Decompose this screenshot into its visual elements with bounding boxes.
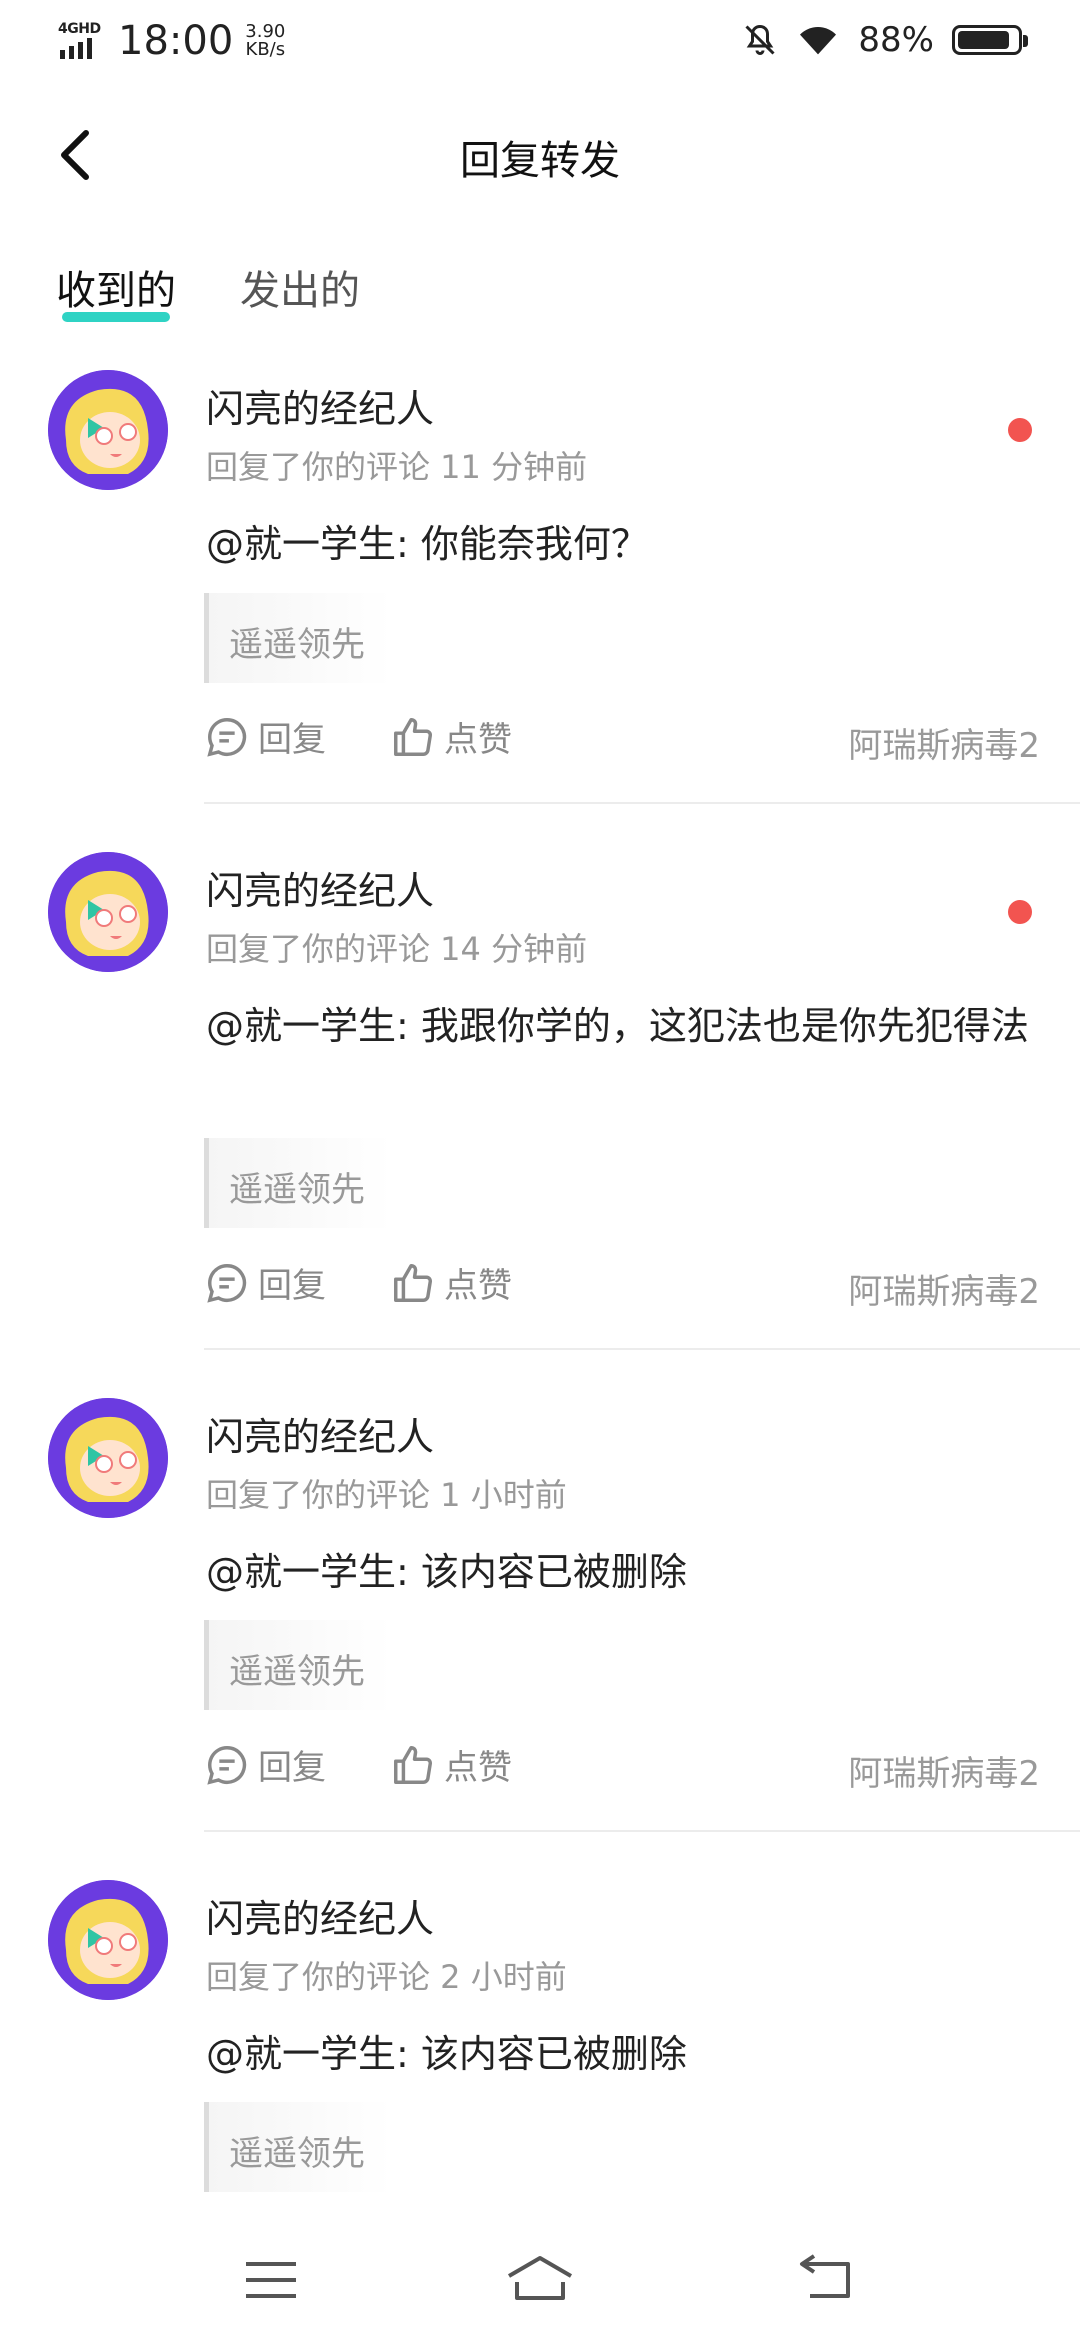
status-right: 88% — [742, 20, 1028, 60]
reply-button[interactable]: 回复 — [204, 1258, 326, 1307]
quoted-comment[interactable]: 遥遥领先 — [204, 1138, 392, 1228]
reply-content: @就一学生: 你能奈我何？ — [206, 522, 649, 566]
reply-label: 回复 — [258, 1748, 326, 1788]
reply-label: 回复 — [258, 720, 326, 760]
quoted-comment[interactable]: 遥遥领先 — [204, 2102, 392, 2192]
battery-percent: 88% — [858, 20, 934, 60]
thumbs-up-icon — [394, 717, 432, 756]
menu-icon — [246, 2262, 296, 2298]
quoted-comment-text: 遥遥领先 — [229, 1170, 365, 1210]
tab-received-label: 收到的 — [56, 268, 176, 314]
speed-unit: KB/s — [245, 39, 286, 60]
status-time: 18:00 — [118, 18, 234, 64]
like-label: 点赞 — [444, 1266, 512, 1306]
action-row: 回复 点赞 阿瑞斯病毒2 — [204, 1740, 1040, 1800]
avatar-image — [48, 1880, 168, 2000]
reply-meta: 回复了你的评论 14 分钟前 — [206, 930, 588, 968]
action-row: 回复 点赞 阿瑞斯病毒2 — [204, 712, 1040, 772]
like-label: 点赞 — [444, 1748, 512, 1788]
tab-bar: 收到的 发出的 — [56, 258, 360, 322]
nav-back-button[interactable] — [790, 2250, 860, 2310]
like-button[interactable]: 点赞 — [390, 1258, 512, 1307]
unread-dot — [1008, 900, 1032, 924]
avatar[interactable] — [48, 370, 168, 490]
page-title: 回复转发 — [460, 138, 620, 184]
reply-meta: 回复了你的评论 11 分钟前 — [206, 448, 588, 486]
quoted-comment-text: 遥遥领先 — [229, 1652, 365, 1692]
user-name[interactable]: 闪亮的经纪人 — [206, 860, 434, 915]
reply-meta: 回复了你的评论 1 小时前 — [206, 1476, 567, 1514]
signal-icon: 4GHD — [58, 21, 104, 61]
home-icon — [507, 2256, 573, 2300]
quoted-comment-text: 遥遥领先 — [229, 2134, 365, 2174]
avatar-image — [48, 1398, 168, 1518]
reply-content: @就一学生: 该内容已被删除 — [206, 2032, 687, 2076]
battery-fill — [958, 31, 1010, 49]
source-title[interactable]: 阿瑞斯病毒2 — [848, 1264, 1040, 1313]
reply-label: 回复 — [258, 1266, 326, 1306]
action-row: 回复 点赞 阿瑞斯病毒2 — [204, 1258, 1040, 1318]
header: 回复转发 — [0, 110, 1080, 200]
battery-icon — [952, 25, 1028, 55]
wifi-icon — [800, 27, 837, 55]
menu-button[interactable] — [236, 2250, 306, 2310]
network-type: 4GHD — [58, 21, 101, 37]
reply-button[interactable]: 回复 — [204, 712, 326, 761]
avatar-image — [48, 370, 168, 490]
quoted-comment[interactable]: 遥遥领先 — [204, 593, 392, 683]
thumbs-up-icon — [394, 1745, 432, 1784]
network-speed: 3.90 KB/s — [245, 23, 285, 59]
source-title[interactable]: 阿瑞斯病毒2 — [848, 718, 1040, 767]
mute-bell-icon — [745, 24, 775, 55]
divider — [204, 802, 1080, 804]
user-name[interactable]: 闪亮的经纪人 — [206, 1406, 434, 1461]
like-button[interactable]: 点赞 — [390, 712, 512, 761]
status-left: 4GHD 18:00 3.90 KB/s — [58, 18, 285, 64]
tab-sent-label: 发出的 — [240, 268, 360, 314]
tab-sent[interactable]: 发出的 — [240, 258, 360, 316]
user-name[interactable]: 闪亮的经纪人 — [206, 378, 434, 433]
avatar[interactable] — [48, 852, 168, 972]
tab-received[interactable]: 收到的 — [56, 258, 176, 322]
avatar[interactable] — [48, 1880, 168, 2000]
avatar-image — [48, 852, 168, 972]
unread-dot — [1008, 418, 1032, 442]
comment-icon — [207, 1263, 247, 1303]
reply-button[interactable]: 回复 — [204, 1740, 326, 1789]
avatar[interactable] — [48, 1398, 168, 1518]
reply-meta: 回复了你的评论 2 小时前 — [206, 1958, 567, 1996]
home-button[interactable] — [505, 2250, 575, 2310]
status-bar: 4GHD 18:00 3.90 KB/s 88% — [0, 0, 1080, 80]
reply-content: @就一学生: 该内容已被删除 — [206, 1550, 687, 1594]
quoted-comment-text: 遥遥领先 — [229, 625, 365, 665]
divider — [204, 1348, 1080, 1350]
user-name[interactable]: 闪亮的经纪人 — [206, 1888, 434, 1943]
like-label: 点赞 — [444, 720, 512, 760]
like-button[interactable]: 点赞 — [390, 1740, 512, 1789]
comment-icon — [207, 717, 247, 757]
system-nav-bar — [0, 2220, 1080, 2340]
thumbs-up-icon — [394, 1263, 432, 1302]
reply-content: @就一学生: 我跟你学的，这犯法也是你先犯得法 — [206, 1004, 1029, 1048]
back-icon — [800, 2254, 850, 2298]
comment-icon — [207, 1745, 247, 1785]
quoted-comment[interactable]: 遥遥领先 — [204, 1620, 392, 1710]
divider — [204, 1830, 1080, 1832]
source-title[interactable]: 阿瑞斯病毒2 — [848, 1746, 1040, 1795]
